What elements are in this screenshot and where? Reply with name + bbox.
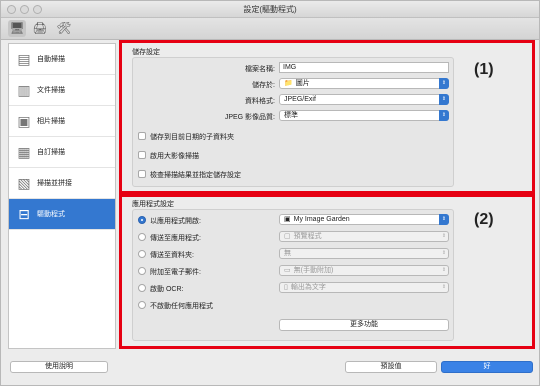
sidebar-item-label: 文件掃描 [37, 87, 65, 94]
send-to-app-radio[interactable] [138, 233, 146, 241]
sidebar-item-label: 自動掃描 [37, 56, 65, 63]
sidebar-item-label: 相片掃描 [37, 118, 65, 125]
sidebar-item-photo-scan[interactable]: ▣ 相片掃描 [9, 106, 115, 137]
general-settings-icon[interactable]: 🛠 [55, 20, 73, 37]
start-ocr-label: 啟動 OCR: [150, 286, 184, 293]
text-document-icon: ▯ [284, 284, 288, 291]
more-functions-button[interactable]: 更多功能 [279, 319, 449, 331]
send-to-app-value: 預覽程式 [293, 233, 322, 240]
open-with-app-value: My Image Garden [293, 216, 350, 223]
application-settings-title: 應用程式設定 [132, 201, 174, 208]
sidebar-item-driver[interactable]: ⊟ 驅動程式 [9, 199, 115, 230]
window-title: 設定(驅動程式) [243, 5, 297, 14]
scan-from-operation-panel-icon[interactable]: 🖨 [31, 20, 49, 37]
popup-arrows-icon: ⇕ [441, 267, 447, 273]
application-settings-group: 以應用程式開啟: ▣ My Image Garden ⇕ 傳送至應用程式: ▢ 預覽程… [132, 209, 454, 341]
jpeg-quality-popup[interactable]: 標準 ⇕ [279, 110, 449, 121]
save-settings-title: 儲存設定 [132, 49, 160, 56]
sidebar-item-document-scan[interactable]: ▥ 文件掃描 [9, 75, 115, 106]
popup-arrows-icon: ⇕ [439, 110, 449, 121]
no-app-label: 不啟動任何應用程式 [150, 303, 213, 310]
check-results-checkbox-label: 檢查掃描結果並指定儲存設定 [150, 172, 241, 179]
ok-button[interactable]: 好 [441, 361, 533, 373]
save-settings-group: 檔案名稱: IMG 儲存於: 📁 圖片 ⇕ 資料格式: JPEG/Exif ⇕ JPE… [132, 57, 454, 187]
data-format-value: JPEG/Exif [284, 96, 316, 103]
jpeg-quality-label: JPEG 影像品質: [224, 114, 275, 121]
sidebar-item-label: 驅動程式 [37, 211, 65, 218]
attach-email-label: 附加至電子郵件: [150, 269, 201, 276]
driver-icon: ⊟ [18, 206, 30, 222]
popup-arrows-icon: ⇕ [441, 284, 447, 290]
open-with-app-label: 以應用程式開啟: [150, 218, 201, 225]
scan-and-stitch-icon: ▧ [17, 175, 31, 191]
section-marker-1: (1) [474, 61, 494, 78]
send-to-app-label: 傳送至應用程式: [150, 235, 201, 242]
subfolder-checkbox-label: 儲存到目前日期的子資料夾 [150, 134, 234, 141]
save-in-popup[interactable]: 📁 圖片 ⇕ [279, 78, 449, 89]
large-image-checkbox[interactable] [138, 151, 146, 159]
data-format-label: 資料格式: [245, 98, 275, 105]
settings-window: 設定(驅動程式) 🖥 🖨 🛠 ▤ 自動掃描 ▥ 文件掃描 ▣ 相片掃描 ▦ 自訂… [0, 0, 540, 386]
send-to-folder-label: 傳送至資料夾: [150, 252, 194, 259]
photo-scan-icon: ▣ [17, 113, 31, 129]
save-in-value: 圖片 [295, 80, 310, 87]
send-to-folder-value: 無 [284, 250, 291, 257]
defaults-button[interactable]: 預設值 [345, 361, 437, 373]
app-icon: ▣ [284, 216, 291, 223]
subfolder-checkbox[interactable] [138, 132, 146, 140]
attach-email-value: 無(手動附加) [293, 267, 334, 274]
close-window-button[interactable] [7, 5, 16, 14]
auto-scan-icon: ▤ [17, 51, 31, 67]
folder-icon: 📁 [284, 80, 293, 87]
toolbar: 🖥 🖨 🛠 [1, 18, 539, 40]
sidebar-item-scan-and-stitch[interactable]: ▧ 掃描並拼接 [9, 168, 115, 199]
popup-arrows-icon: ⇕ [439, 214, 449, 225]
save-in-label: 儲存於: [252, 82, 275, 89]
scan-from-computer-icon[interactable]: 🖥 [8, 20, 26, 37]
save-settings-highlight: 儲存設定 檔案名稱: IMG 儲存於: 📁 圖片 ⇕ 資料格式: JPEG/Exif… [119, 40, 535, 194]
section-marker-2: (2) [474, 211, 494, 228]
sidebar: ▤ 自動掃描 ▥ 文件掃描 ▣ 相片掃描 ▦ 自訂掃描 ▧ 掃描並拼接 ⊟ 驅動… [8, 43, 116, 349]
zoom-window-button[interactable] [33, 5, 42, 14]
mail-icon: ▭ [284, 267, 291, 274]
jpeg-quality-value: 標準 [284, 112, 298, 119]
data-format-popup[interactable]: JPEG/Exif ⇕ [279, 94, 449, 105]
sidebar-item-label: 掃描並拼接 [37, 180, 72, 187]
no-app-radio[interactable] [138, 301, 146, 309]
popup-arrows-icon: ⇕ [439, 94, 449, 105]
help-button[interactable]: 使用說明 [10, 361, 108, 373]
minimize-window-button[interactable] [20, 5, 29, 14]
open-with-app-popup[interactable]: ▣ My Image Garden ⇕ [279, 214, 449, 225]
send-to-app-popup[interactable]: ▢ 預覽程式 ⇕ [279, 231, 449, 242]
popup-arrows-icon: ⇕ [439, 78, 449, 89]
preview-app-icon: ▢ [284, 233, 291, 240]
title-bar: 設定(驅動程式) [1, 1, 539, 18]
sidebar-item-auto-scan[interactable]: ▤ 自動掃描 [9, 44, 115, 75]
send-to-folder-popup[interactable]: 無 ⇕ [279, 248, 449, 259]
popup-arrows-icon: ⇕ [441, 233, 447, 239]
start-ocr-value: 輸出為文字 [290, 284, 326, 291]
attach-email-radio[interactable] [138, 267, 146, 275]
application-settings-highlight: 應用程式設定 以應用程式開啟: ▣ My Image Garden ⇕ 傳送至應用程… [119, 194, 535, 349]
sidebar-item-custom-scan[interactable]: ▦ 自訂掃描 [9, 137, 115, 168]
file-name-field[interactable]: IMG [279, 62, 449, 73]
start-ocr-popup[interactable]: ▯ 輸出為文字 ⇕ [279, 282, 449, 293]
open-with-app-radio[interactable] [138, 216, 146, 224]
send-to-folder-radio[interactable] [138, 250, 146, 258]
attach-email-popup[interactable]: ▭ 無(手動附加) ⇕ [279, 265, 449, 276]
custom-scan-icon: ▦ [17, 144, 31, 160]
popup-arrows-icon: ⇕ [441, 250, 447, 256]
large-image-checkbox-label: 啟用大影像掃描 [150, 153, 199, 160]
file-name-label: 檔案名稱: [245, 66, 275, 73]
document-scan-icon: ▥ [17, 82, 31, 98]
start-ocr-radio[interactable] [138, 284, 146, 292]
sidebar-item-label: 自訂掃描 [37, 149, 65, 156]
check-results-checkbox[interactable] [138, 170, 146, 178]
